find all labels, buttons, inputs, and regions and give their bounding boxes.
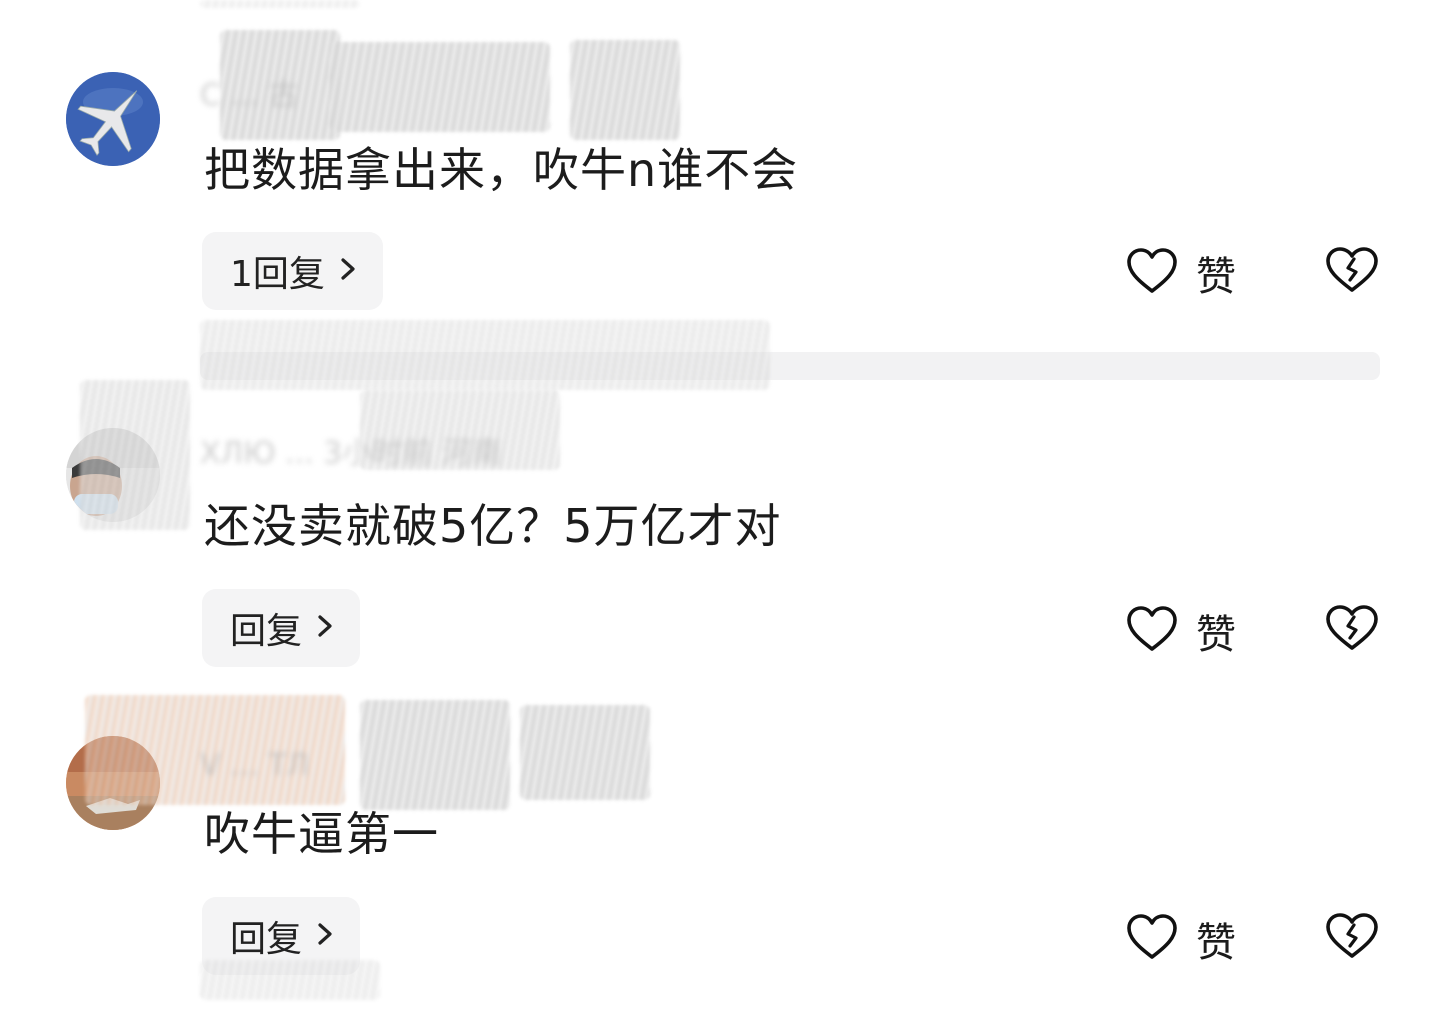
- comment-meta: V ... ТЛ: [200, 748, 310, 783]
- broken-heart-icon: [1325, 247, 1379, 298]
- broken-heart-icon: [1325, 605, 1379, 656]
- comment-text: 把数据拿出来，吹牛n谁不会: [204, 143, 799, 197]
- reply-button[interactable]: 回复: [202, 589, 361, 667]
- chevron-right-icon: [339, 251, 357, 292]
- redaction-blur: [570, 40, 680, 140]
- top-divider-remnant: [200, 0, 360, 8]
- like-label: 赞: [1196, 254, 1236, 300]
- redaction-blur: [330, 42, 550, 132]
- like-button[interactable]: 赞: [1126, 244, 1236, 302]
- redaction-blur: [200, 960, 380, 1000]
- redaction-blur: [80, 380, 190, 530]
- like-label: 赞: [1196, 612, 1236, 658]
- like-button[interactable]: 赞: [1126, 602, 1236, 660]
- like-button[interactable]: 赞: [1126, 910, 1236, 968]
- heart-icon: [1126, 247, 1178, 299]
- heart-icon: [1126, 605, 1178, 657]
- reply-label: 回复: [230, 611, 303, 652]
- dislike-button[interactable]: [1325, 246, 1379, 298]
- heart-icon: [1126, 913, 1178, 965]
- redaction-blur: [360, 700, 510, 810]
- jet-avatar-image: [66, 72, 160, 166]
- comment-text: 还没卖就破5亿？5万亿才对: [204, 499, 782, 553]
- broken-heart-icon: [1325, 913, 1379, 964]
- comment-meta: C ... 古: [200, 78, 299, 113]
- comment-list: C ... 古 把数据拿出来，吹牛n谁不会 1回复 赞 ХЛЮ ... 3小时前…: [0, 0, 1440, 1021]
- reply-button[interactable]: 1回复: [202, 232, 383, 310]
- like-label: 赞: [1196, 920, 1236, 966]
- avatar[interactable]: [66, 72, 160, 166]
- comment-meta: ХЛЮ ... 3小时前 河南: [200, 436, 502, 471]
- reply-label: 回复: [230, 919, 303, 960]
- redaction-blur: [520, 705, 650, 800]
- redaction-blur: [200, 320, 770, 390]
- reply-label: 1回复: [230, 254, 325, 295]
- dislike-button[interactable]: [1325, 912, 1379, 964]
- chevron-right-icon: [316, 608, 334, 649]
- dislike-button[interactable]: [1325, 604, 1379, 656]
- comment-text: 吹牛逼第一: [204, 807, 439, 861]
- chevron-right-icon: [316, 916, 334, 957]
